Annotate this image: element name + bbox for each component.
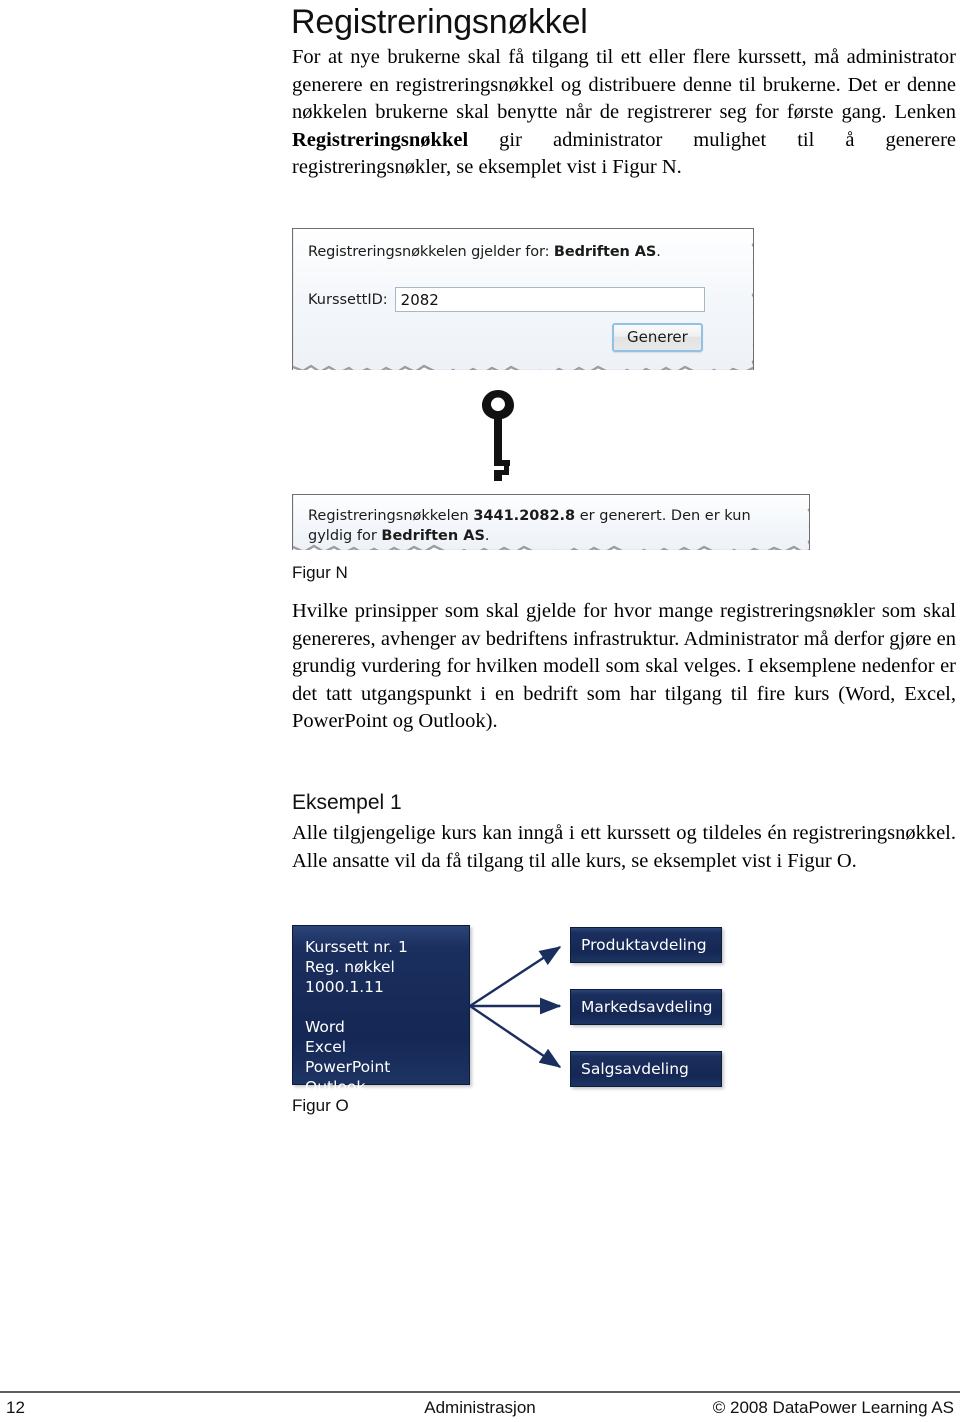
intro-bold-link-name: Registreringsnøkkel [292,128,469,151]
form-header-text: Registreringsnøkkelen gjelder for: Bedri… [308,244,661,260]
middle-paragraph: Hvilke prinsipper som skal gjelde for hv… [292,600,956,732]
figure-o: Kurssett nr. 1 Reg. nøkkel 1000.1.11 Wor… [292,925,722,1096]
intro-paragraph: For at nye brukerne skal få tilgang til … [292,44,956,182]
footer-copyright: © 2008 DataPower Learning AS [712,1398,954,1417]
figure-n: Registreringsnøkkelen gjelder for: Bedri… [292,228,822,558]
generated-key-message: Registreringsnøkkelen 3441.2082.8 er gen… [308,506,778,546]
intro-text-part-1: For at nye brukerne skal få tilgang til … [292,46,956,123]
torn-edge-right [751,229,753,365]
figure-o-caption: Figur O [292,1096,349,1115]
form-header-prefix: Registreringsnøkkelen gjelder for: [308,244,554,260]
footer-divider [0,1391,960,1393]
torn-edge-bottom [293,364,753,370]
page-footer: 12 Administrasjon © 2008 DataPower Learn… [0,1398,960,1422]
torn-edge-right [807,495,809,545]
result-key-value: 3441.2082.8 [473,508,576,524]
figure-n-caption: Figur N [292,563,348,582]
page-title: Registreringsnøkkel [291,3,588,41]
kurssettid-label: KurssettID: [308,291,388,308]
result-msg-prefix: Registreringsnøkkelen [308,508,474,524]
generated-key-result-panel: Registreringsnøkkelen 3441.2082.8 er gen… [292,494,810,550]
key-icon [482,390,514,481]
kurssettid-input[interactable] [394,287,705,312]
example-1-paragraph: Alle tilgjengelige kurs kan inngå i ett … [292,822,956,872]
result-msg-suffix: . [484,528,490,544]
form-header-suffix: . [656,244,661,260]
diagram-connector-lines [469,945,562,1068]
kurssettid-field-row: KurssettID: [308,287,705,312]
example-1-heading: Eksempel 1 [292,791,402,814]
generer-button[interactable]: Generer [612,323,703,352]
form-header-company: Bedriften AS [553,244,657,260]
registration-key-form-panel: Registreringsnøkkelen gjelder for: Bedri… [292,228,754,370]
result-company: Bedriften AS [381,528,485,544]
